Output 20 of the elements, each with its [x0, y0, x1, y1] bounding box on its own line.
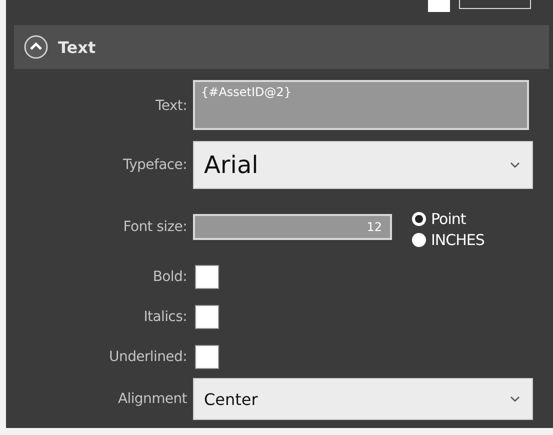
- checkbox[interactable]: [195, 305, 219, 329]
- collapse-icon[interactable]: [24, 35, 48, 59]
- field-label: Text:: [154, 98, 188, 114]
- field-label: Typeface:: [122, 157, 188, 173]
- field-label: Font size:: [122, 219, 188, 235]
- section-title: Text: [58, 38, 96, 56]
- chevron-down-icon: [510, 396, 520, 402]
- field-label: Bold:: [152, 269, 188, 285]
- chevron-down-icon: [510, 162, 520, 168]
- field-label: Italics:: [142, 309, 188, 325]
- radio-option[interactable]: INCHES: [412, 230, 484, 248]
- field-label: Underlined:: [108, 349, 188, 365]
- typeface-dropdown[interactable]: Arial: [193, 141, 533, 189]
- alignment-dropdown[interactable]: Center: [193, 378, 533, 420]
- radio-option[interactable]: Point: [412, 210, 484, 228]
- checkbox[interactable]: [195, 345, 219, 369]
- section-header[interactable]: Text: [14, 25, 549, 69]
- input-field[interactable]: [459, 0, 531, 9]
- field-label: Alignment: [116, 391, 188, 407]
- checkbox[interactable]: [195, 265, 219, 289]
